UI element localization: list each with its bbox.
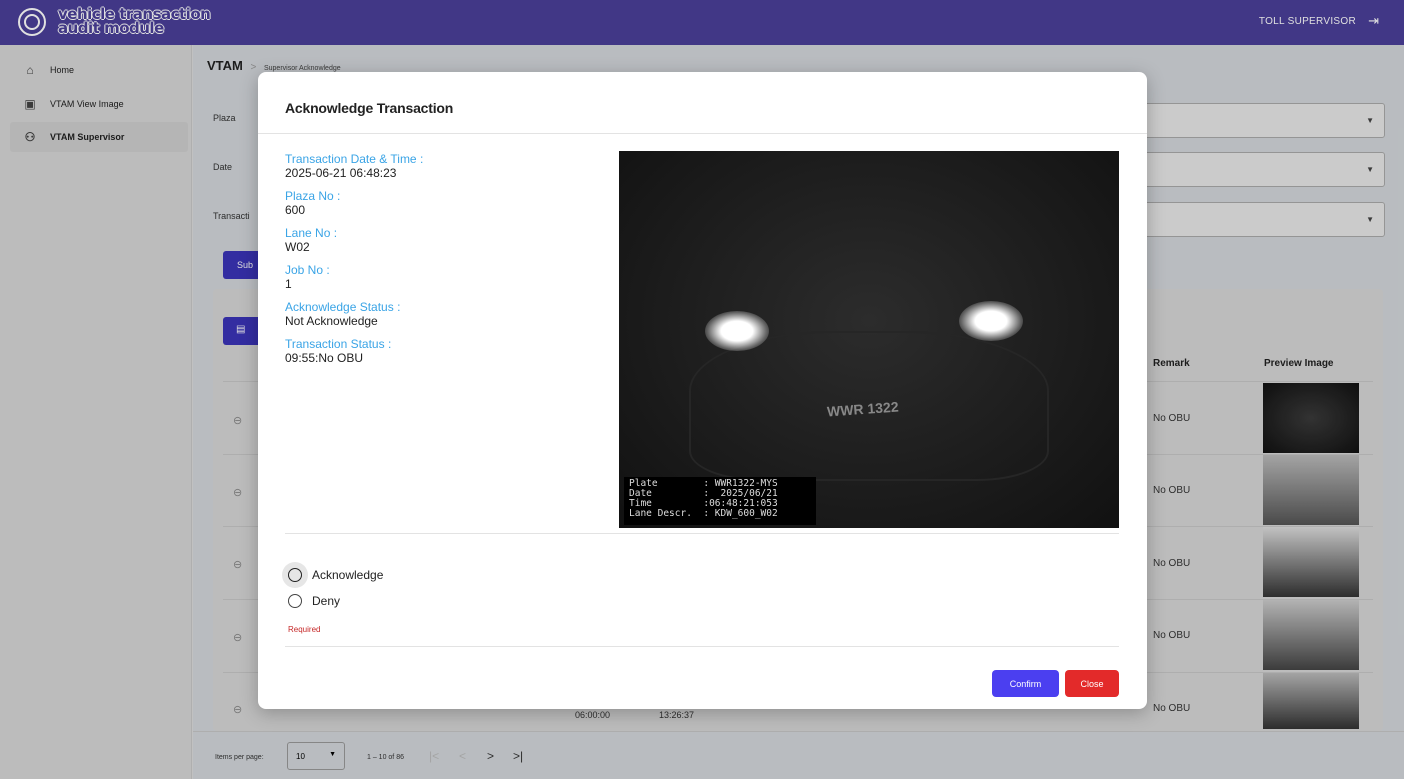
- field-label: Lane No :: [285, 226, 338, 240]
- field-value: 1: [285, 277, 292, 291]
- headlight-right: [959, 301, 1023, 341]
- field-label: Transaction Status :: [285, 337, 392, 351]
- divider: [285, 533, 1119, 534]
- headlight-left: [705, 311, 769, 351]
- field-value: 600: [285, 203, 306, 217]
- ocr-overlay: Plate : WWR1322-MYS Date : 2025/06/21 Time…: [624, 477, 816, 525]
- field-label: Job No :: [285, 263, 330, 277]
- field-label: Plaza No :: [285, 189, 341, 203]
- dialog-title: Acknowledge Transaction: [285, 100, 454, 116]
- confirm-button[interactable]: Confirm: [992, 670, 1059, 697]
- vehicle-image: WWR 1322 Plate : WWR1322-MYS Date : 2025/…: [619, 151, 1119, 528]
- close-button[interactable]: Close: [1065, 670, 1119, 697]
- field-value: W02: [285, 240, 310, 254]
- acknowledge-dialog: Acknowledge Transaction Transaction Date…: [258, 72, 1147, 709]
- radio-circle-icon: [288, 568, 302, 582]
- deny-radio[interactable]: Deny: [288, 594, 340, 608]
- divider: [258, 133, 1147, 134]
- field-value: 09:55:No OBU: [285, 351, 364, 365]
- transaction-info: Transaction Date & Time : 2025-06-21 06:…: [285, 152, 423, 374]
- acknowledge-label: Acknowledge: [312, 568, 384, 582]
- divider: [285, 646, 1119, 647]
- ocr-line: Lane Descr. : KDW_600_W02: [629, 508, 778, 519]
- radio-ripple: [282, 562, 308, 588]
- field-value: 2025-06-21 06:48:23: [285, 166, 397, 180]
- field-value: Not Acknowledge: [285, 314, 378, 328]
- required-error: Required: [288, 625, 321, 634]
- acknowledge-radio[interactable]: Acknowledge: [282, 562, 384, 588]
- deny-label: Deny: [312, 594, 341, 608]
- field-label: Acknowledge Status :: [285, 300, 401, 314]
- radio-circle-icon: [288, 594, 302, 608]
- field-label: Transaction Date & Time :: [285, 152, 424, 166]
